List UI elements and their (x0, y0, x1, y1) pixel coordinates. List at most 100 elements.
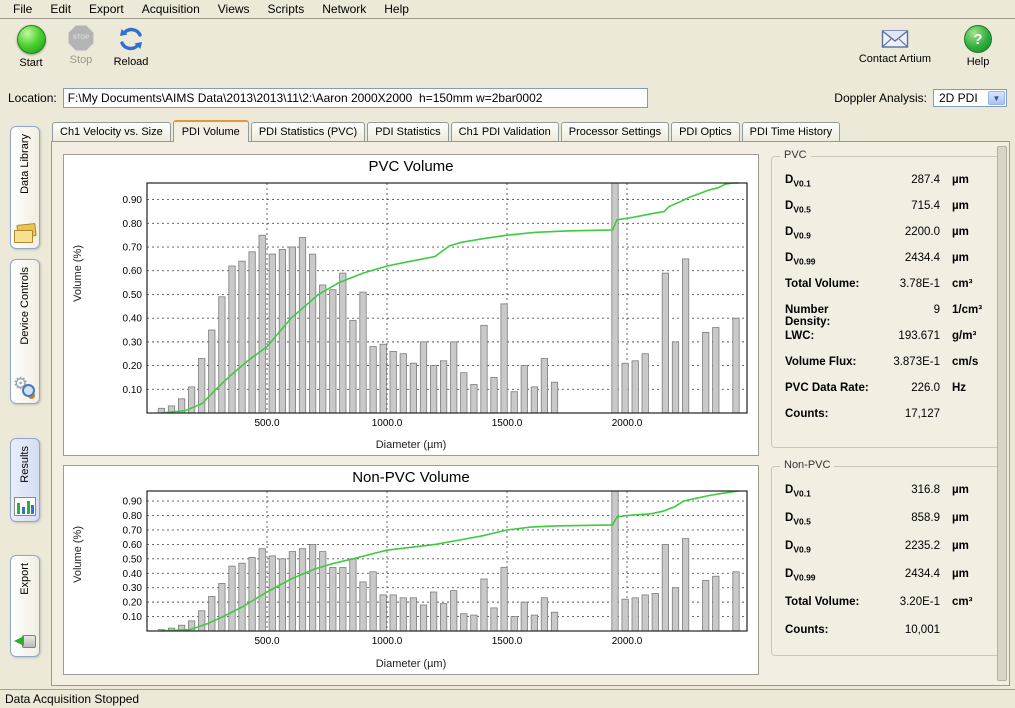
sidebar-tab-device-controls[interactable]: Device Controls (10, 259, 40, 404)
svg-text:0.30: 0.30 (123, 583, 143, 594)
sidebar-tab-results[interactable]: Results (10, 438, 40, 522)
start-icon (17, 25, 46, 54)
toolbar: Start STOP Stop Reload Co (0, 21, 1015, 85)
stat-label: Counts: (785, 408, 874, 420)
histogram-bar (269, 254, 275, 413)
stat-row: LWC:193.671g/m³ (785, 330, 994, 356)
tab-pdi-optics[interactable]: PDI Optics (671, 122, 740, 141)
stat-value: 2434.4 (874, 252, 940, 264)
stat-label: DV0.9 (785, 226, 874, 240)
pvc-stats-group-title: PVC (780, 149, 811, 161)
envelope-icon (881, 28, 909, 50)
pvc-y-axis-label: Volume (%) (72, 245, 84, 302)
menu-item-views[interactable]: Views (209, 0, 259, 18)
histogram-bar (511, 392, 517, 413)
stat-label: DV0.9 (785, 540, 874, 554)
svg-text:1000.0: 1000.0 (372, 636, 403, 647)
stat-label: DV0.99 (785, 252, 874, 266)
stat-row: DV0.1316.8µm (785, 484, 994, 512)
doppler-analysis-select[interactable]: 2D PDI ▼ (933, 89, 1007, 107)
menu-item-file[interactable]: File (4, 0, 41, 18)
svg-text:0.40: 0.40 (123, 314, 143, 325)
svg-text:2000.0: 2000.0 (612, 636, 643, 647)
sidebar-tab-data-library[interactable]: Data Library (10, 126, 40, 249)
histogram-bar (340, 568, 346, 632)
stat-value: 17,127 (874, 408, 940, 420)
histogram-bar (299, 238, 305, 414)
histogram-bar (219, 297, 225, 413)
menu-item-scripts[interactable]: Scripts (259, 0, 314, 18)
histogram-bar (682, 539, 688, 631)
pvc-volume-plot: 0.100.200.300.400.500.600.700.800.90500.… (104, 182, 754, 432)
tab-ch1-pdi-validation[interactable]: Ch1 PDI Validation (451, 122, 559, 141)
histogram-bar (330, 290, 336, 413)
help-button[interactable]: ? Help (953, 23, 1003, 68)
histogram-bar (320, 285, 326, 413)
histogram-bar (541, 598, 547, 631)
stat-label: Volume Flux: (785, 356, 874, 368)
stat-value: 715.4 (874, 200, 940, 212)
non-pvc-stats-group: Non-PVC DV0.1316.8µmDV0.5858.9µmDV0.9223… (771, 466, 1005, 656)
reload-button[interactable]: Reload (106, 23, 156, 68)
contact-artium-button[interactable]: Contact Artium (859, 23, 931, 68)
histogram-bar (360, 292, 366, 413)
histogram-bar (209, 330, 215, 413)
histogram-bar (279, 559, 285, 631)
menu-item-network[interactable]: Network (313, 0, 375, 18)
pvc-volume-chart: PVC Volume Volume (%) 0.100.200.300.400.… (63, 154, 759, 456)
tab-pdi-time-history[interactable]: PDI Time History (742, 122, 841, 141)
stat-label: Number Density: (785, 304, 874, 328)
stat-unit: cm/s (952, 356, 994, 368)
stat-value: 10,001 (874, 624, 940, 636)
location-input[interactable] (63, 88, 648, 108)
menu-item-acquisition[interactable]: Acquisition (133, 0, 209, 18)
svg-text:0.60: 0.60 (123, 266, 143, 277)
stat-row: DV0.992434.4µm (785, 252, 994, 278)
histogram-bar (390, 595, 396, 631)
svg-text:0.70: 0.70 (123, 243, 143, 254)
non-pvc-volume-plot: 0.100.200.300.400.500.600.700.800.90500.… (104, 490, 754, 650)
histogram-bar (249, 557, 255, 631)
histogram-bar (380, 595, 386, 631)
histogram-bar (451, 342, 457, 413)
stat-label: DV0.5 (785, 512, 874, 526)
histogram-bar (632, 598, 638, 631)
start-button[interactable]: Start (6, 23, 56, 69)
tab-ch1-velocity-vs-size[interactable]: Ch1 Velocity vs. Size (52, 122, 171, 141)
tab-pdi-statistics[interactable]: PDI Statistics (367, 122, 448, 141)
histogram-bar (682, 259, 688, 413)
stat-unit: µm (952, 174, 994, 186)
stop-button[interactable]: STOP Stop (56, 23, 106, 66)
histogram-bar (249, 252, 255, 413)
histogram-bar (360, 582, 366, 631)
svg-text:1500.0: 1500.0 (492, 418, 523, 429)
tab-processor-settings[interactable]: Processor Settings (561, 122, 669, 141)
stat-row: DV0.92235.2µm (785, 540, 994, 568)
menu-item-edit[interactable]: Edit (41, 0, 80, 18)
stat-value: 226.0 (874, 382, 940, 394)
vertical-scrollbar[interactable] (997, 146, 1007, 681)
results-icon (14, 497, 36, 516)
stat-label: PVC Data Rate: (785, 382, 874, 394)
stat-unit: cm³ (952, 278, 994, 290)
stat-value: 287.4 (874, 174, 940, 186)
svg-text:0.50: 0.50 (123, 554, 143, 565)
reload-icon (117, 25, 145, 53)
histogram-bar (330, 568, 336, 632)
histogram-bar (380, 344, 386, 413)
menu-item-export[interactable]: Export (80, 0, 133, 18)
tab-pdi-statistics-pvc[interactable]: PDI Statistics (PVC) (251, 122, 365, 141)
tab-page-pdi-volume: PVC Volume Volume (%) 0.100.200.300.400.… (51, 141, 1010, 686)
histogram-bar (289, 247, 295, 413)
histogram-bar (289, 552, 295, 631)
app-window: FileEditExportAcquisitionViewsScriptsNet… (0, 0, 1015, 708)
stat-row: DV0.5715.4µm (785, 200, 994, 226)
tab-pdi-volume[interactable]: PDI Volume (173, 120, 249, 142)
stat-label: DV0.1 (785, 174, 874, 188)
non-pvc-x-axis-label: Diameter (µm) (64, 658, 758, 670)
stat-unit: µm (952, 512, 994, 524)
location-row: Location: Doppler Analysis: 2D PDI ▼ (0, 86, 1015, 110)
menu-item-help[interactable]: Help (375, 0, 418, 18)
sidebar-tab-export[interactable]: Export (10, 555, 40, 657)
non-pvc-stats-group-title: Non-PVC (780, 459, 834, 471)
